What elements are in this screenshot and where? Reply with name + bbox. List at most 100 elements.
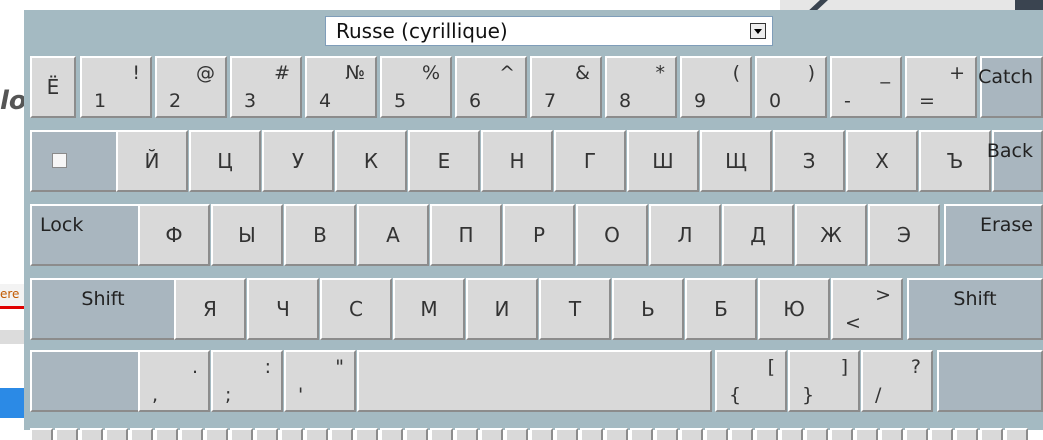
key-label: П (458, 223, 474, 247)
key-letter[interactable]: В (284, 204, 356, 266)
key-yo[interactable]: Ё (30, 56, 76, 118)
background-link-fragment[interactable]: ere (0, 284, 24, 309)
space-bar[interactable] (357, 350, 712, 412)
key-letter[interactable]: П (430, 204, 502, 266)
key-letter[interactable]: Ъ (919, 130, 991, 192)
key-shift-label: ( (732, 62, 740, 84)
key-letter[interactable]: Ы (211, 204, 283, 266)
key-letter[interactable]: Ш (627, 130, 699, 192)
key-punctuation[interactable]: " ' (284, 350, 356, 412)
lock-key[interactable]: Lock (30, 204, 140, 266)
key-base-label: 0 (769, 90, 782, 112)
key-punctuation[interactable]: :; (211, 350, 283, 412)
key-letter[interactable]: Х (846, 130, 918, 192)
key-letter[interactable]: Б (685, 278, 757, 340)
key-letter[interactable]: Р (503, 204, 575, 266)
key-letter[interactable]: А (357, 204, 429, 266)
key-base-label: < (845, 312, 861, 334)
key-letter[interactable]: Ц (189, 130, 261, 192)
key-letter[interactable]: У (262, 130, 334, 192)
key-label: Ы (238, 223, 256, 247)
key-label: М (420, 297, 438, 321)
key-bracket[interactable]: [{ (715, 350, 787, 412)
background-blue-bar (0, 388, 24, 418)
key-letter[interactable]: К (335, 130, 407, 192)
key-label: Р (532, 223, 546, 247)
key-base-label: ; (225, 384, 232, 406)
key-shift-label: . (191, 356, 198, 378)
key-bracket[interactable]: ]} (788, 350, 860, 412)
key-letter[interactable]: Д (722, 204, 794, 266)
ctrl-key[interactable] (30, 350, 140, 412)
background-divider (0, 330, 24, 344)
keyboard-layout-value: Russe (cyrillique) (336, 19, 508, 43)
key-letter[interactable]: Ю (758, 278, 830, 340)
key-label: У (291, 149, 305, 173)
key-4[interactable]: № 4 (305, 56, 377, 118)
key-letter[interactable]: Н (481, 130, 553, 192)
key-base-label: ' (298, 384, 304, 406)
chevron-down-icon[interactable] (750, 23, 766, 39)
key-punctuation[interactable]: ., (138, 350, 210, 412)
key-=[interactable]: + = (905, 56, 977, 118)
key-label: С (349, 297, 363, 321)
key-bracket[interactable]: ? / (861, 350, 933, 412)
key-0[interactable]: ) 0 (755, 56, 827, 118)
key-2[interactable]: @2 (155, 56, 227, 118)
key-letter[interactable]: М (393, 278, 465, 340)
key-label: Erase (979, 214, 1033, 236)
key-label: К (363, 149, 379, 173)
key-letter[interactable]: Е (408, 130, 480, 192)
key-letter[interactable]: Щ (700, 130, 772, 192)
key-letter[interactable]: Л (649, 204, 721, 266)
key-label: Ю (783, 297, 805, 321)
key-shift-label: ^ (499, 62, 515, 84)
key-letter[interactable]: Я (174, 278, 246, 340)
key-base-label: 6 (469, 90, 482, 112)
shift-right-key[interactable]: Shift (907, 278, 1043, 340)
key-8[interactable]: * 8 (605, 56, 677, 118)
key-7[interactable]: & 7 (530, 56, 602, 118)
shift-left-key[interactable]: Shift (30, 278, 176, 340)
key-base-label: 3 (244, 90, 257, 112)
erase-key[interactable]: Erase (944, 204, 1043, 266)
key-label: Ь (641, 297, 655, 321)
key-label: Shift (953, 288, 997, 310)
key-base-label: } (802, 384, 815, 406)
keyboard-layout-select[interactable]: Russe (cyrillique) (325, 16, 773, 46)
key-base-label: 1 (94, 90, 107, 112)
caps-lock-checkbox[interactable] (52, 153, 67, 168)
key-letter[interactable]: Ф (138, 204, 210, 266)
key-letter[interactable]: Т (539, 278, 611, 340)
key-label: Щ (725, 149, 747, 173)
key-letter[interactable]: Ь (612, 278, 684, 340)
key-base-label: - (844, 90, 851, 112)
key-shift-label: * (655, 62, 666, 84)
caps-checkbox-key[interactable] (30, 130, 120, 192)
key-letter[interactable]: И (466, 278, 538, 340)
backspace-key[interactable]: Back (987, 130, 1043, 192)
key-5[interactable]: % 5 (380, 56, 452, 118)
key-3[interactable]: #3 (230, 56, 302, 118)
catch-key[interactable]: Catch (978, 56, 1043, 118)
alt-key[interactable] (937, 350, 1043, 412)
key-shift-label: # (274, 62, 290, 84)
key-shift-label: ? (910, 356, 921, 378)
key-label: А (386, 223, 400, 247)
key-label: И (494, 297, 510, 321)
key-letter[interactable]: Г (554, 130, 626, 192)
key-letter[interactable]: О (576, 204, 648, 266)
key-1[interactable]: ! 1 (80, 56, 152, 118)
key-letter[interactable]: Э (868, 204, 940, 266)
key-letter[interactable]: Ч (247, 278, 319, 340)
key-base-label: 9 (694, 90, 707, 112)
key-letter[interactable]: З (773, 130, 845, 192)
key-6[interactable]: ^ 6 (455, 56, 527, 118)
key-angle-brackets[interactable]: > < (831, 278, 903, 340)
key-letter[interactable]: С (320, 278, 392, 340)
key-base-label: { (729, 384, 742, 406)
key-9[interactable]: (9 (680, 56, 752, 118)
key--[interactable]: _ - (830, 56, 902, 118)
key-letter[interactable]: Ж (795, 204, 867, 266)
key-letter[interactable]: Й (116, 130, 188, 192)
